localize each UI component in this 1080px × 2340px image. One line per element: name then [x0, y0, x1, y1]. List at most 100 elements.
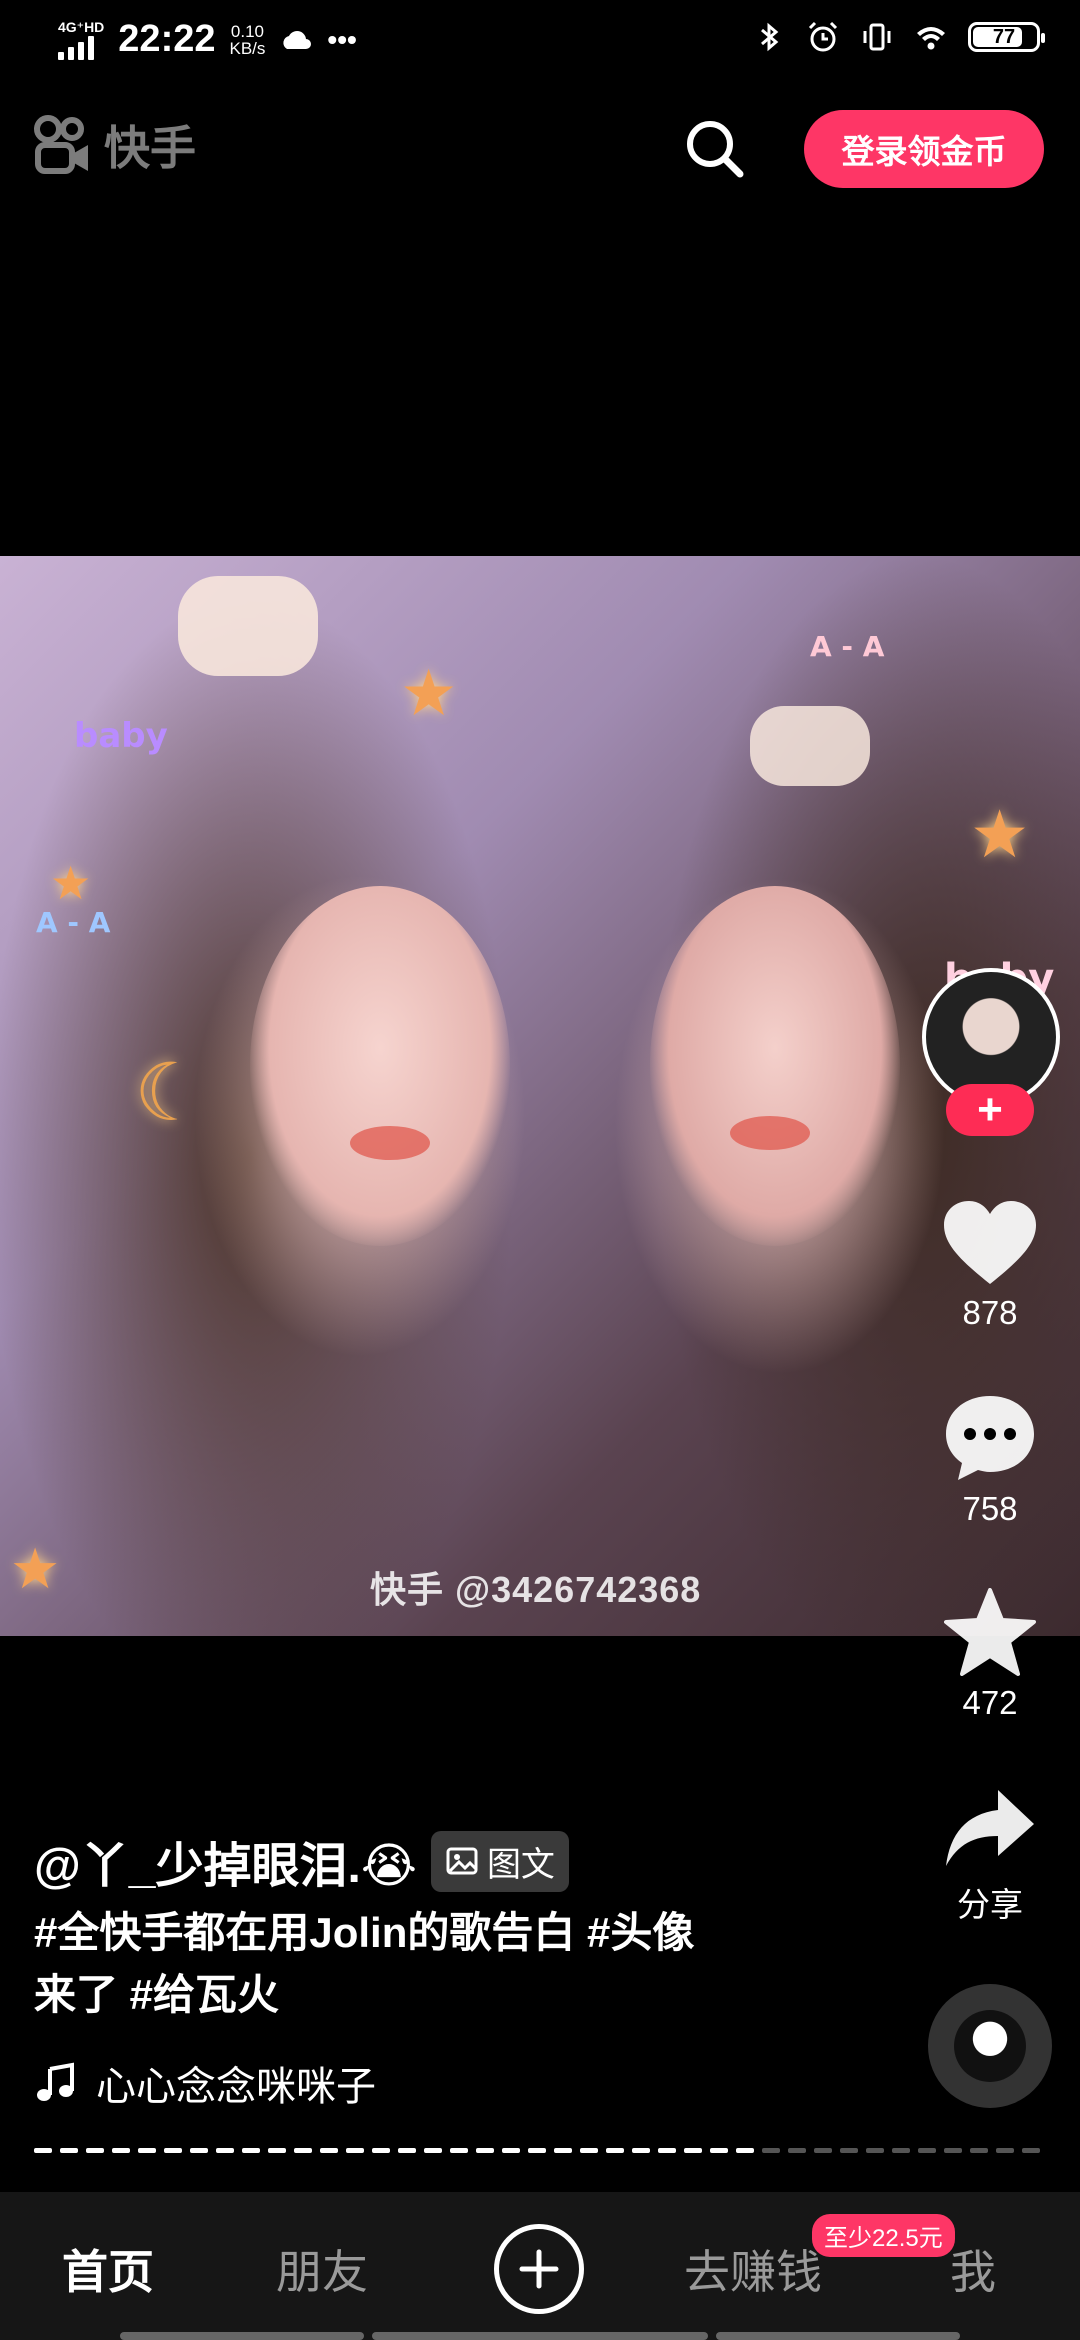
- progress-segment: [86, 2148, 104, 2153]
- post-progress-bar[interactable]: [34, 2148, 1046, 2153]
- sticker-aa-left: A - A: [36, 906, 111, 939]
- follow-button[interactable]: +: [946, 1084, 1034, 1136]
- nav-home[interactable]: 首页: [62, 2236, 154, 2302]
- progress-segment: [216, 2148, 234, 2153]
- caption-line-1: #全快手都在用Jolin的歌告白 #头像: [34, 1909, 695, 1956]
- heart-icon: [944, 1201, 1036, 1284]
- speed-unit: KB/s: [229, 38, 266, 58]
- search-icon: [687, 121, 744, 178]
- progress-segment: [710, 2148, 728, 2153]
- star-sticker-icon: ★: [970, 797, 1030, 871]
- progress-segment: [580, 2148, 598, 2153]
- share-label: 分享: [957, 1886, 1023, 1923]
- screen: 4G⁺HD 22:22 0.10 KB/s ••• 77 快手 登录领金币 ba…: [0, 0, 1080, 2340]
- network-type: 4G⁺HD: [58, 18, 105, 35]
- battery-icon: 77: [968, 22, 1045, 52]
- caption-line-2: 来了 #给瓦火: [34, 1971, 280, 2018]
- gesture-bar-segment: [716, 2332, 960, 2340]
- nav-me[interactable]: 我: [950, 2236, 996, 2302]
- bunny-sticker-icon: [750, 706, 870, 786]
- progress-segment: [684, 2148, 702, 2153]
- progress-segment: [346, 2148, 364, 2153]
- wifi-icon: [917, 27, 945, 50]
- share-button[interactable]: 分享: [930, 1786, 1050, 1926]
- right-lips: [730, 1116, 810, 1150]
- progress-segment: [112, 2148, 130, 2153]
- progress-segment: [762, 2148, 780, 2153]
- moon-sticker-icon: ☾: [134, 1048, 206, 1137]
- weather-cloud-icon: [283, 30, 312, 49]
- music-row[interactable]: 心心念念咪咪子: [34, 2054, 376, 2112]
- bluetooth-icon: [761, 22, 779, 52]
- progress-segment: [788, 2148, 806, 2153]
- kuaishou-logo-icon: [34, 115, 88, 174]
- post-type-label: 图文: [486, 1845, 555, 1884]
- progress-segment: [60, 2148, 78, 2153]
- nav-friends[interactable]: 朋友: [276, 2236, 368, 2302]
- share-icon: [946, 1790, 1034, 1866]
- search-button[interactable]: [680, 114, 750, 184]
- author-name[interactable]: @丫_少掉眼泪.😭: [34, 1826, 417, 1896]
- status-right: 77: [752, 20, 1045, 54]
- gesture-bar-segment: [372, 2332, 708, 2340]
- progress-segment: [814, 2148, 832, 2153]
- progress-segment: [970, 2148, 988, 2153]
- progress-segment: [996, 2148, 1014, 2153]
- comment-icon: [946, 1396, 1034, 1480]
- earn-badge: 至少22.5元: [812, 2214, 955, 2257]
- clock: 22:22: [118, 18, 216, 60]
- star-sticker-icon: ★: [10, 1537, 61, 1600]
- progress-segment: [190, 2148, 208, 2153]
- alarm-icon: [808, 21, 838, 52]
- progress-segment: [918, 2148, 936, 2153]
- network-speed: 0.10 KB/s: [230, 23, 266, 57]
- progress-segment: [268, 2148, 286, 2153]
- sticker-aa-top: A - A: [810, 630, 885, 663]
- vibrate-icon: [863, 23, 891, 51]
- music-note-icon: [37, 2062, 74, 2101]
- post-image[interactable]: baby baby A - A A - A ★ ★ ★ ★ ☾ 快手 @3426…: [0, 556, 1080, 1636]
- progress-segment: [658, 2148, 676, 2153]
- music-disc[interactable]: [928, 1984, 1052, 2108]
- author-row: @丫_少掉眼泪.😭 图文: [34, 1826, 569, 1896]
- star-icon: [944, 1588, 1036, 1676]
- music-cover: [954, 2010, 1026, 2082]
- comment-button[interactable]: 758: [930, 1392, 1050, 1528]
- progress-segment: [242, 2148, 260, 2153]
- comment-count: 758: [962, 1490, 1018, 1527]
- progress-segment: [554, 2148, 572, 2153]
- post-type-chip: 图文: [430, 1830, 569, 1892]
- progress-segment: [736, 2148, 754, 2153]
- progress-segment: [944, 2148, 962, 2153]
- progress-segment: [632, 2148, 650, 2153]
- login-earn-coins-button[interactable]: 登录领金币: [804, 110, 1044, 188]
- progress-segment: [164, 2148, 182, 2153]
- progress-segment: [320, 2148, 338, 2153]
- more-notifications-icon: •••: [327, 23, 357, 55]
- progress-segment: [138, 2148, 156, 2153]
- sticker-baby-left: baby: [74, 716, 168, 756]
- gesture-bar-segment: [120, 2332, 364, 2340]
- create-button[interactable]: [494, 2224, 584, 2314]
- status-bar: 4G⁺HD 22:22 0.10 KB/s ••• 77: [0, 0, 1080, 84]
- speed-value: 0.10: [230, 21, 264, 41]
- progress-segment: [34, 2148, 52, 2153]
- nav-earn[interactable]: 去赚钱: [684, 2236, 822, 2302]
- signal-icon: [58, 34, 104, 60]
- bottom-nav: 首页 朋友 去赚钱 至少22.5元 我: [0, 2192, 1080, 2340]
- image-text-icon: [446, 1847, 478, 1875]
- network-indicator: 4G⁺HD: [58, 20, 104, 60]
- progress-segment: [502, 2148, 520, 2153]
- post-caption[interactable]: #全快手都在用Jolin的歌告白 #头像 来了 #给瓦火: [34, 1902, 774, 2026]
- progress-segment: [840, 2148, 858, 2153]
- app-name: 快手: [104, 122, 196, 174]
- right-face: [650, 886, 900, 1246]
- music-title: 心心念念咪咪子: [96, 2065, 376, 2109]
- favorite-button[interactable]: 472: [930, 1586, 1050, 1722]
- left-face: [250, 886, 510, 1246]
- battery-level: 77: [992, 25, 1016, 48]
- left-lips: [350, 1126, 430, 1160]
- progress-segment: [372, 2148, 390, 2153]
- watermark: 快手 @3426742368: [370, 1569, 702, 1610]
- like-button[interactable]: 878: [930, 1198, 1050, 1332]
